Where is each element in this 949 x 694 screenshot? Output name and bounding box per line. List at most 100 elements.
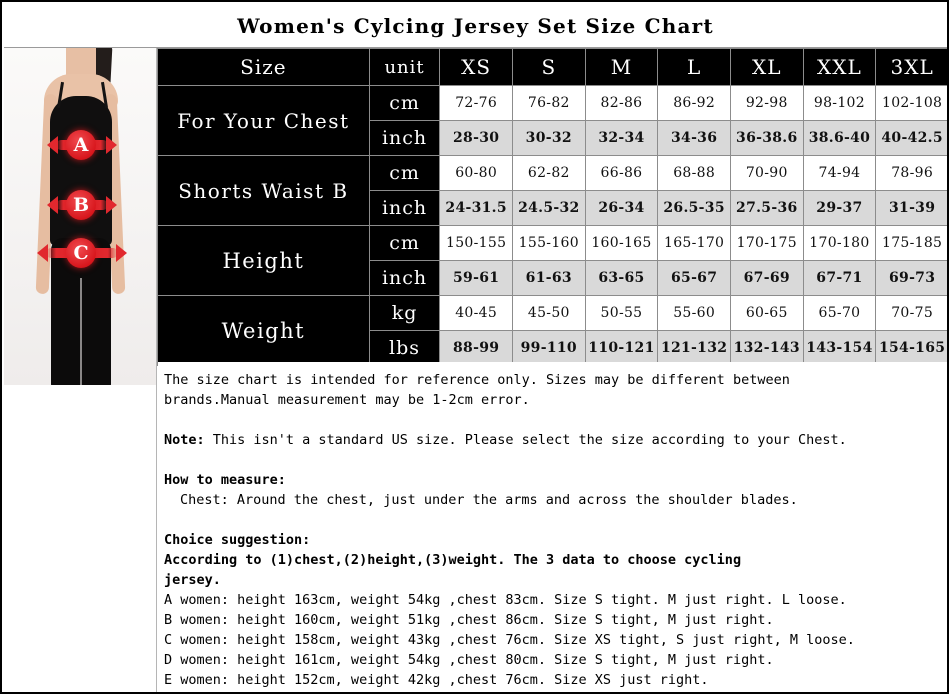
- header-unit: unit: [368, 48, 441, 86]
- row-label-weight: Weight: [157, 295, 370, 366]
- value-cell: 78-96: [875, 155, 947, 191]
- table-body: For Your Chest cm 72-76 76-82 82-86 86-9…: [157, 85, 947, 366]
- value-cell: 88-99: [439, 330, 513, 366]
- unit-cell: cm: [368, 225, 441, 261]
- row-label-shorts-waist: Shorts Waist B: [157, 155, 370, 226]
- header-size-xs: XS: [439, 48, 513, 86]
- value-cell: 150-155: [439, 225, 513, 261]
- table-row: Weight kg 40-45 45-50 50-55 55-60 60-65 …: [157, 295, 947, 366]
- example-line: E women: height 152cm, weight 42kg ,ches…: [164, 672, 709, 688]
- table-row: For Your Chest cm 72-76 76-82 82-86 86-9…: [157, 85, 947, 156]
- measure-marker-c: C: [66, 238, 96, 268]
- example-line: A women: height 163cm, weight 54kg ,ches…: [164, 592, 847, 608]
- header-size-l: L: [657, 48, 731, 86]
- value-cell: 86-92: [657, 85, 731, 121]
- value-cell: 27.5-36: [729, 190, 804, 226]
- how-to-measure-chest: Chest: Around the chest, just under the …: [180, 492, 798, 508]
- model-photo: A B C: [4, 48, 156, 385]
- value-cell: 40-45: [439, 295, 513, 331]
- header-size-3xl: 3XL: [875, 48, 947, 86]
- unit-cell: inch: [368, 260, 441, 296]
- unit-cell: inch: [368, 190, 441, 226]
- model-leg-split: [80, 278, 82, 385]
- value-cell: 63-65: [584, 260, 659, 296]
- value-cell: 24.5-32: [511, 190, 586, 226]
- value-cell: 61-63: [511, 260, 586, 296]
- value-cell: 76-82: [511, 85, 586, 121]
- value-cell: 154-165: [875, 330, 947, 366]
- unit-cell: lbs: [368, 330, 441, 366]
- header-size-xxl: XXL: [802, 48, 877, 86]
- header-size-s: S: [511, 48, 586, 86]
- value-cell: 28-30: [439, 120, 513, 156]
- value-cell: 110-121: [584, 330, 659, 366]
- value-cell: 60-65: [729, 295, 804, 331]
- value-cell: 50-55: [584, 295, 659, 331]
- value-cell: 102-108: [875, 85, 947, 121]
- value-cell: 69-73: [875, 260, 947, 296]
- value-cell: 170-180: [802, 225, 877, 261]
- value-cell: 99-110: [511, 330, 586, 366]
- value-cell: 34-36: [657, 120, 731, 156]
- unit-cell: kg: [368, 295, 441, 331]
- table-row: Height cm 150-155 155-160 160-165 165-17…: [157, 225, 947, 296]
- note-label: Note:: [164, 432, 205, 448]
- value-cell: 92-98: [729, 85, 804, 121]
- value-cell: 175-185: [875, 225, 947, 261]
- value-cell: 143-154: [802, 330, 877, 366]
- disclaimer-line-2: brands.Manual measurement may be 1-2cm e…: [164, 392, 530, 408]
- value-cell: 59-61: [439, 260, 513, 296]
- how-to-measure-heading: How to measure:: [164, 472, 286, 488]
- value-cell: 70-75: [875, 295, 947, 331]
- header-size-m: M: [584, 48, 659, 86]
- value-cell: 67-69: [729, 260, 804, 296]
- table-head: Size unit XS S M L XL XXL 3XL: [157, 48, 947, 86]
- header-size-xl: XL: [729, 48, 804, 86]
- choice-suggestion-line-1: According to (1)chest,(2)height,(3)weigh…: [164, 552, 742, 568]
- value-cell: 55-60: [657, 295, 731, 331]
- example-line: D women: height 161cm, weight 54kg ,ches…: [164, 652, 774, 668]
- choice-suggestion-heading: Choice suggestion:: [164, 532, 311, 548]
- value-cell: 165-170: [657, 225, 731, 261]
- value-cell: 30-32: [511, 120, 586, 156]
- disclaimer-line-1: The size chart is intended for reference…: [164, 372, 790, 388]
- note-body: This isn't a standard US size. Please se…: [204, 432, 847, 448]
- size-chart-table: Size unit XS S M L XL XXL 3XL For Your C…: [157, 48, 947, 366]
- value-cell: 98-102: [802, 85, 877, 121]
- value-cell: 66-86: [584, 155, 659, 191]
- model-photo-panel: A B C: [4, 48, 157, 692]
- example-line: C women: height 158cm, weight 43kg ,ches…: [164, 632, 855, 648]
- value-cell: 72-76: [439, 85, 513, 121]
- example-line: B women: height 160cm, weight 51kg ,ches…: [164, 612, 774, 628]
- header-size: Size: [157, 48, 370, 86]
- table-header-row: Size unit XS S M L XL XXL 3XL: [157, 48, 947, 86]
- unit-cell: inch: [368, 120, 441, 156]
- unit-cell: cm: [368, 155, 441, 191]
- choice-suggestion-line-2: jersey.: [164, 572, 221, 588]
- unit-cell: cm: [368, 85, 441, 121]
- size-chart-page: Women's Cylcing Jersey Set Size Chart A …: [0, 0, 949, 694]
- page-title-bar: Women's Cylcing Jersey Set Size Chart: [4, 4, 947, 48]
- value-cell: 62-82: [511, 155, 586, 191]
- value-cell: 36-38.6: [729, 120, 804, 156]
- table-row: Shorts Waist B cm 60-80 62-82 66-86 68-8…: [157, 155, 947, 226]
- value-cell: 60-80: [439, 155, 513, 191]
- value-cell: 31-39: [875, 190, 947, 226]
- page-title: Women's Cylcing Jersey Set Size Chart: [237, 13, 714, 38]
- measure-marker-b: B: [66, 190, 96, 220]
- value-cell: 40-42.5: [875, 120, 947, 156]
- row-label-height: Height: [157, 225, 370, 296]
- measure-marker-a: A: [66, 130, 96, 160]
- value-cell: 160-165: [584, 225, 659, 261]
- notes-section: The size chart is intended for reference…: [158, 362, 947, 692]
- value-cell: 29-37: [802, 190, 877, 226]
- value-cell: 132-143: [729, 330, 804, 366]
- value-cell: 38.6-40: [802, 120, 877, 156]
- value-cell: 121-132: [657, 330, 731, 366]
- value-cell: 82-86: [584, 85, 659, 121]
- value-cell: 26-34: [584, 190, 659, 226]
- value-cell: 170-175: [729, 225, 804, 261]
